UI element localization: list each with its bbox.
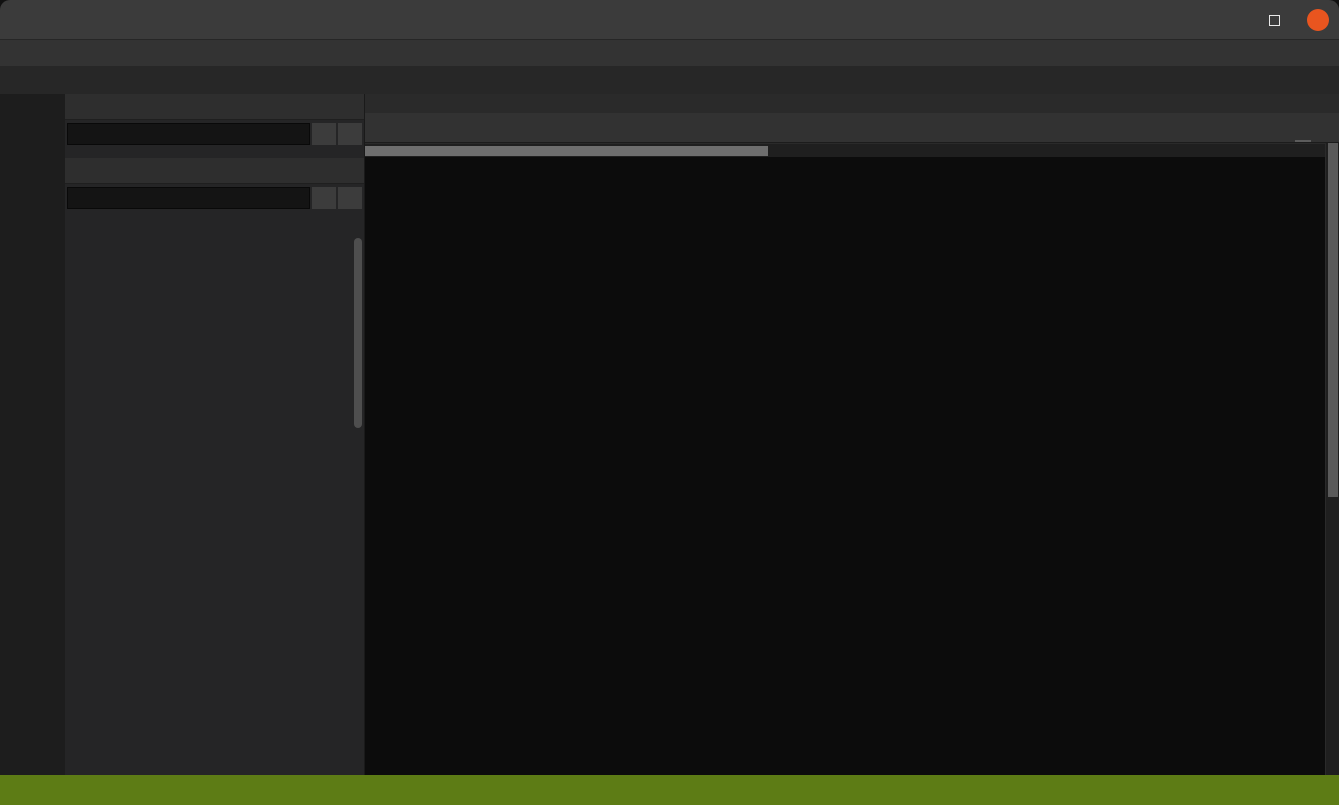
app-window (0, 0, 1339, 805)
maximize-button[interactable] (1263, 9, 1285, 31)
tables-list (65, 212, 364, 775)
connections-refresh-button[interactable] (338, 123, 362, 145)
status-bar (0, 775, 1339, 805)
tables-search-input[interactable] (67, 187, 310, 209)
maximize-icon (1269, 15, 1280, 26)
toolbar (0, 66, 1339, 94)
vertical-scrollbar-thumb[interactable] (1328, 143, 1338, 497)
connections-search-input[interactable] (67, 123, 310, 145)
connections-list (65, 148, 364, 158)
title-bar (0, 0, 1339, 40)
selection-stats-badge (1295, 140, 1311, 142)
window-controls (1219, 0, 1329, 40)
tables-add-button[interactable] (312, 187, 336, 209)
tables-header (65, 158, 364, 184)
table-tab-strip (365, 113, 1339, 143)
database-tab-strip (365, 94, 1339, 113)
connections-header (65, 94, 364, 120)
connections-search-row (65, 120, 364, 148)
menu-bar (0, 40, 1339, 66)
vertical-scrollbar[interactable] (1325, 143, 1339, 775)
tables-search-row (65, 184, 364, 212)
content-area (365, 94, 1339, 775)
horizontal-scrollbar-thumb[interactable] (365, 146, 768, 156)
connections-add-button[interactable] (312, 123, 336, 145)
tables-refresh-button[interactable] (338, 187, 362, 209)
sidebar (65, 94, 365, 775)
grid-main (365, 143, 1325, 775)
close-button[interactable] (1307, 9, 1329, 31)
data-grid (365, 143, 1339, 775)
tables-scrollbar[interactable] (354, 238, 363, 558)
icon-rail (0, 94, 65, 775)
horizontal-scrollbar[interactable] (365, 143, 1325, 157)
minimize-button[interactable] (1219, 9, 1241, 31)
main-area (0, 94, 1339, 775)
